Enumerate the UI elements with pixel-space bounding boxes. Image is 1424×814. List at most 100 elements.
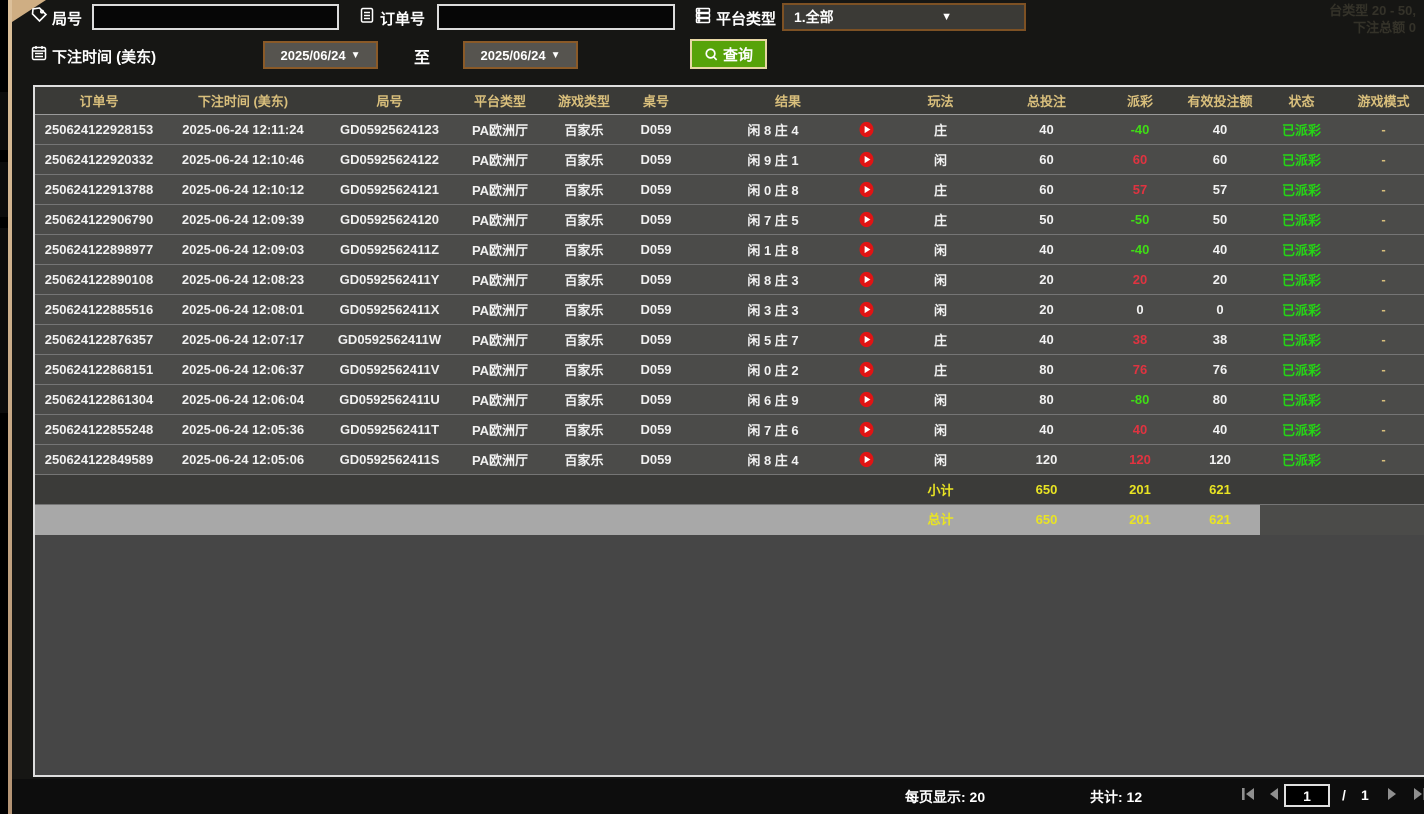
column-header: 派彩	[1100, 91, 1180, 110]
column-header: 状态	[1260, 91, 1343, 110]
table-no-cell: D059	[624, 452, 688, 467]
total-bet-cell: 20	[993, 272, 1100, 287]
table-empty-area	[35, 535, 1424, 775]
prev-page-icon[interactable]	[1266, 787, 1282, 801]
result-text: 闲 0 庄 2	[688, 360, 858, 379]
bet-time-cell: 2025-06-24 12:05:06	[163, 452, 323, 467]
result-text: 闲 7 庄 6	[688, 420, 858, 439]
next-page-icon[interactable]	[1384, 787, 1400, 801]
pagination-bar: 每页显示: 20 共计: 12 / 1	[12, 779, 1424, 814]
table-row: 2506241228855162025-06-24 12:08:01GD0592…	[35, 295, 1424, 325]
game-mode-cell: -	[1343, 332, 1424, 347]
play-icon[interactable]	[858, 451, 875, 468]
platform-cell: PA欧洲厅	[456, 270, 544, 289]
payout-cell: 76	[1100, 362, 1180, 377]
table-row: 2506241228989772025-06-24 12:09:03GD0592…	[35, 235, 1424, 265]
play-icon[interactable]	[858, 181, 875, 198]
result-text: 闲 9 庄 1	[688, 150, 858, 169]
platform-cell: PA欧洲厅	[456, 150, 544, 169]
play-icon[interactable]	[858, 211, 875, 228]
date-to-picker[interactable]: 2025/06/24 ▼	[463, 41, 578, 69]
status-cell: 已派彩	[1260, 270, 1343, 289]
calendar-icon	[30, 44, 48, 62]
valid-bet-cell: 20	[1180, 272, 1260, 287]
total-count-label: 共计: 12	[1090, 787, 1142, 807]
date-to-label: 至	[414, 44, 430, 68]
game-no-cell: GD0592562411Y	[323, 272, 456, 287]
result-cell: 闲 3 庄 3	[688, 300, 888, 319]
game-no-cell: GD0592562411U	[323, 392, 456, 407]
total-bet-cell: 40	[993, 332, 1100, 347]
play-icon[interactable]	[858, 151, 875, 168]
bet-time-cell: 2025-06-24 12:09:03	[163, 242, 323, 257]
platform-type-value: 1.全部	[794, 7, 834, 27]
game-id-input[interactable]	[92, 4, 339, 30]
valid-bet-cell: 40	[1180, 242, 1260, 257]
last-page-icon[interactable]	[1412, 787, 1424, 801]
order-no-cell: 250624122855248	[35, 422, 163, 437]
game-no-cell: GD0592562411W	[323, 332, 456, 347]
valid-bet-cell: 80	[1180, 392, 1260, 407]
page-number-input[interactable]	[1284, 784, 1330, 807]
bet-time-cell: 2025-06-24 12:11:24	[163, 122, 323, 137]
play-icon[interactable]	[858, 361, 875, 378]
game-type-cell: 百家乐	[544, 270, 624, 289]
result-cell: 闲 8 庄 3	[688, 270, 888, 289]
column-header: 总投注	[993, 91, 1100, 110]
play-type-cell: 闲	[888, 390, 993, 409]
order-no-cell: 250624122898977	[35, 242, 163, 257]
play-icon[interactable]	[858, 331, 875, 348]
table-no-cell: D059	[624, 302, 688, 317]
bet-time-cell: 2025-06-24 12:10:46	[163, 152, 323, 167]
order-no-input[interactable]	[437, 4, 675, 30]
game-type-cell: 百家乐	[544, 240, 624, 259]
play-icon[interactable]	[858, 301, 875, 318]
first-page-icon[interactable]	[1240, 787, 1256, 801]
status-cell: 已派彩	[1260, 240, 1343, 259]
search-button[interactable]: 查询	[690, 39, 767, 69]
date-from-picker[interactable]: 2025/06/24 ▼	[263, 41, 378, 69]
payout-cell: -80	[1100, 392, 1180, 407]
play-icon[interactable]	[858, 271, 875, 288]
table-row: 2506241228681512025-06-24 12:06:37GD0592…	[35, 355, 1424, 385]
order-no-cell: 250624122876357	[35, 332, 163, 347]
platform-type-select[interactable]: 1.全部 ▼	[782, 3, 1026, 31]
play-icon[interactable]	[858, 241, 875, 258]
play-icon[interactable]	[858, 391, 875, 408]
server-icon	[694, 6, 712, 24]
table-no-cell: D059	[624, 272, 688, 287]
total-bet-cell: 40	[993, 242, 1100, 257]
total-bet-cell: 120	[993, 452, 1100, 467]
order-no-cell: 250624122861304	[35, 392, 163, 407]
play-icon[interactable]	[858, 421, 875, 438]
summary-payout: 201	[1100, 482, 1180, 497]
valid-bet-cell: 0	[1180, 302, 1260, 317]
result-cell: 闲 0 庄 8	[688, 180, 888, 199]
status-cell: 已派彩	[1260, 210, 1343, 229]
result-cell: 闲 0 庄 2	[688, 360, 888, 379]
column-header: 游戏类型	[544, 91, 624, 110]
result-text: 闲 0 庄 8	[688, 180, 858, 199]
result-cell: 闲 6 庄 9	[688, 390, 888, 409]
bet-time-cell: 2025-06-24 12:10:12	[163, 182, 323, 197]
valid-bet-cell: 60	[1180, 152, 1260, 167]
game-no-cell: GD0592562411Z	[323, 242, 456, 257]
play-type-cell: 庄	[888, 120, 993, 139]
game-mode-cell: -	[1343, 392, 1424, 407]
valid-bet-cell: 57	[1180, 182, 1260, 197]
table-row: 2506241229281532025-06-24 12:11:24GD0592…	[35, 115, 1424, 145]
background-ghost-text: 台类型 20 - 50, 下注总额 0	[1329, 2, 1416, 36]
play-icon[interactable]	[858, 121, 875, 138]
bet-records-table: 订单号下注时间 (美东)局号平台类型游戏类型桌号结果玩法总投注派彩有效投注额状态…	[33, 85, 1424, 777]
platform-cell: PA欧洲厅	[456, 390, 544, 409]
game-type-cell: 百家乐	[544, 210, 624, 229]
column-header: 桌号	[624, 91, 688, 110]
play-type-cell: 庄	[888, 360, 993, 379]
game-mode-cell: -	[1343, 362, 1424, 377]
total-bet-cell: 20	[993, 302, 1100, 317]
table-row: 2506241229137882025-06-24 12:10:12GD0592…	[35, 175, 1424, 205]
page-separator: /	[1342, 787, 1346, 803]
total-bet-cell: 60	[993, 182, 1100, 197]
game-type-cell: 百家乐	[544, 120, 624, 139]
table-no-cell: D059	[624, 362, 688, 377]
